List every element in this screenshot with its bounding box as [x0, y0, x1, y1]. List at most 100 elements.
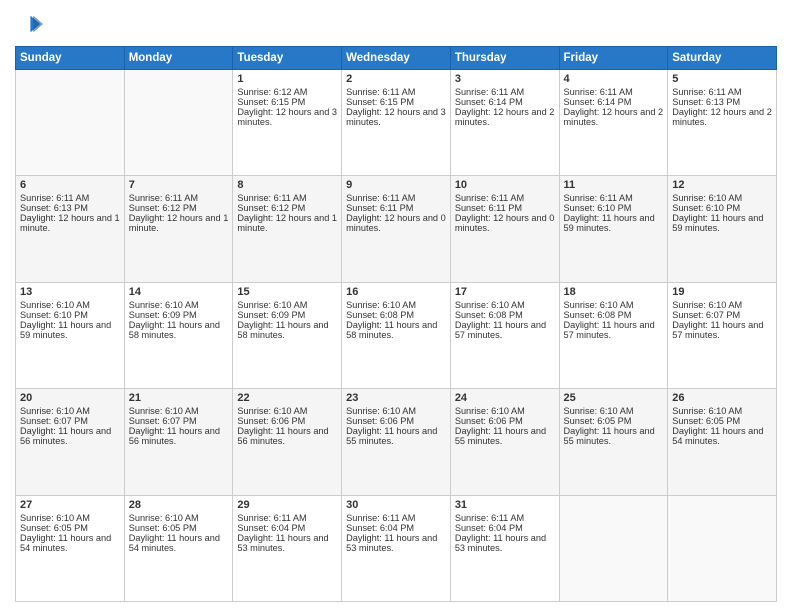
day-number: 5: [672, 73, 772, 85]
sunrise-text: Sunrise: 6:12 AM: [237, 87, 307, 97]
sunrise-text: Sunrise: 6:10 AM: [672, 193, 742, 203]
col-header-friday: Friday: [559, 47, 668, 70]
sunrise-text: Sunrise: 6:10 AM: [564, 406, 634, 416]
sunset-text: Sunset: 6:10 PM: [20, 310, 88, 320]
day-number: 12: [672, 179, 772, 191]
col-header-thursday: Thursday: [450, 47, 559, 70]
day-number: 7: [129, 179, 229, 191]
calendar-cell: 16Sunrise: 6:10 AMSunset: 6:08 PMDayligh…: [342, 282, 451, 388]
daylight-text: Daylight: 12 hours and 2 minutes.: [672, 107, 772, 127]
calendar-cell: 8Sunrise: 6:11 AMSunset: 6:12 PMDaylight…: [233, 176, 342, 282]
calendar-cell: 11Sunrise: 6:11 AMSunset: 6:10 PMDayligh…: [559, 176, 668, 282]
calendar-cell: 13Sunrise: 6:10 AMSunset: 6:10 PMDayligh…: [16, 282, 125, 388]
sunrise-text: Sunrise: 6:10 AM: [20, 513, 90, 523]
sunrise-text: Sunrise: 6:10 AM: [129, 513, 199, 523]
calendar-cell: 27Sunrise: 6:10 AMSunset: 6:05 PMDayligh…: [16, 495, 125, 601]
calendar-cell: 1Sunrise: 6:12 AMSunset: 6:15 PMDaylight…: [233, 70, 342, 176]
sunset-text: Sunset: 6:10 PM: [672, 203, 740, 213]
day-number: 3: [455, 73, 555, 85]
day-number: 20: [20, 392, 120, 404]
day-number: 1: [237, 73, 337, 85]
daylight-text: Daylight: 11 hours and 54 minutes.: [129, 533, 220, 553]
sunset-text: Sunset: 6:14 PM: [455, 97, 523, 107]
sunset-text: Sunset: 6:10 PM: [564, 203, 632, 213]
calendar-cell: [559, 495, 668, 601]
sunset-text: Sunset: 6:15 PM: [237, 97, 305, 107]
daylight-text: Daylight: 11 hours and 56 minutes.: [20, 426, 111, 446]
day-number: 13: [20, 286, 120, 298]
sunrise-text: Sunrise: 6:10 AM: [672, 406, 742, 416]
col-header-saturday: Saturday: [668, 47, 777, 70]
calendar-cell: 25Sunrise: 6:10 AMSunset: 6:05 PMDayligh…: [559, 389, 668, 495]
sunset-text: Sunset: 6:04 PM: [455, 523, 523, 533]
calendar-cell: 3 Sunrise: 6:11 AMSunset: 6:14 PMDaylight…: [450, 70, 559, 176]
day-number: 2: [346, 73, 446, 85]
day-number: 31: [455, 499, 555, 511]
day-number: 25: [564, 392, 664, 404]
daylight-text: Daylight: 12 hours and 2 minutes.: [455, 107, 555, 127]
daylight-text: Daylight: 11 hours and 59 minutes.: [672, 213, 763, 233]
col-header-monday: Monday: [124, 47, 233, 70]
calendar-cell: 9Sunrise: 6:11 AMSunset: 6:11 PMDaylight…: [342, 176, 451, 282]
daylight-text: Daylight: 11 hours and 56 minutes.: [129, 426, 220, 446]
day-number: 18: [564, 286, 664, 298]
sunrise-text: Sunrise: 6:11 AM: [346, 513, 415, 523]
calendar-cell: [16, 70, 125, 176]
day-number: 21: [129, 392, 229, 404]
daylight-text: Daylight: 11 hours and 57 minutes.: [672, 320, 763, 340]
calendar-cell: 22Sunrise: 6:10 AMSunset: 6:06 PMDayligh…: [233, 389, 342, 495]
sunrise-text: Sunrise: 6:10 AM: [346, 300, 416, 310]
daylight-text: Daylight: 12 hours and 2 minutes.: [564, 107, 664, 127]
sunrise-text: Sunrise: 6:11 AM: [672, 87, 741, 97]
sunrise-text: Sunrise: 6:11 AM: [564, 193, 633, 203]
calendar-cell: 29Sunrise: 6:11 AMSunset: 6:04 PMDayligh…: [233, 495, 342, 601]
calendar-table: SundayMondayTuesdayWednesdayThursdayFrid…: [15, 46, 777, 602]
day-number: 26: [672, 392, 772, 404]
calendar-cell: 7Sunrise: 6:11 AMSunset: 6:12 PMDaylight…: [124, 176, 233, 282]
calendar-cell: 21Sunrise: 6:10 AMSunset: 6:07 PMDayligh…: [124, 389, 233, 495]
calendar-cell: 19Sunrise: 6:10 AMSunset: 6:07 PMDayligh…: [668, 282, 777, 388]
calendar-cell: 4Sunrise: 6:11 AMSunset: 6:14 PMDaylight…: [559, 70, 668, 176]
logo: [15, 10, 47, 38]
sunrise-text: Sunrise: 6:10 AM: [129, 300, 199, 310]
calendar-cell: 10Sunrise: 6:11 AMSunset: 6:11 PMDayligh…: [450, 176, 559, 282]
sunset-text: Sunset: 6:12 PM: [237, 203, 305, 213]
calendar-cell: [124, 70, 233, 176]
sunset-text: Sunset: 6:14 PM: [564, 97, 632, 107]
day-number: 15: [237, 286, 337, 298]
sunrise-text: Sunrise: 6:11 AM: [237, 193, 306, 203]
col-header-sunday: Sunday: [16, 47, 125, 70]
day-number: 30: [346, 499, 446, 511]
daylight-text: Daylight: 11 hours and 53 minutes.: [455, 533, 546, 553]
calendar-cell: 15Sunrise: 6:10 AMSunset: 6:09 PMDayligh…: [233, 282, 342, 388]
daylight-text: Daylight: 11 hours and 57 minutes.: [564, 320, 655, 340]
day-number: 8: [237, 179, 337, 191]
sunset-text: Sunset: 6:07 PM: [20, 416, 88, 426]
sunset-text: Sunset: 6:04 PM: [346, 523, 414, 533]
sunrise-text: Sunrise: 6:11 AM: [346, 87, 415, 97]
daylight-text: Daylight: 11 hours and 55 minutes.: [346, 426, 437, 446]
sunrise-text: Sunrise: 6:10 AM: [129, 406, 199, 416]
sunset-text: Sunset: 6:06 PM: [455, 416, 523, 426]
day-number: 16: [346, 286, 446, 298]
logo-icon: [15, 10, 43, 38]
sunrise-text: Sunrise: 6:10 AM: [237, 406, 307, 416]
calendar-cell: 18Sunrise: 6:10 AMSunset: 6:08 PMDayligh…: [559, 282, 668, 388]
day-number: 28: [129, 499, 229, 511]
sunrise-text: Sunrise: 6:11 AM: [564, 87, 633, 97]
daylight-text: Daylight: 12 hours and 1 minute.: [129, 213, 229, 233]
daylight-text: Daylight: 12 hours and 0 minutes.: [346, 213, 446, 233]
daylight-text: Daylight: 11 hours and 59 minutes.: [20, 320, 111, 340]
daylight-text: Daylight: 11 hours and 57 minutes.: [455, 320, 546, 340]
sunrise-text: Sunrise: 6:11 AM: [455, 87, 524, 97]
sunrise-text: Sunrise: 6:10 AM: [237, 300, 307, 310]
daylight-text: Daylight: 11 hours and 58 minutes.: [129, 320, 220, 340]
sunrise-text: Sunrise: 6:10 AM: [455, 406, 525, 416]
daylight-text: Daylight: 12 hours and 0 minutes.: [455, 213, 555, 233]
sunset-text: Sunset: 6:04 PM: [237, 523, 305, 533]
col-header-wednesday: Wednesday: [342, 47, 451, 70]
sunset-text: Sunset: 6:08 PM: [346, 310, 414, 320]
sunrise-text: Sunrise: 6:11 AM: [237, 513, 306, 523]
day-number: 17: [455, 286, 555, 298]
calendar-cell: 23Sunrise: 6:10 AMSunset: 6:06 PMDayligh…: [342, 389, 451, 495]
